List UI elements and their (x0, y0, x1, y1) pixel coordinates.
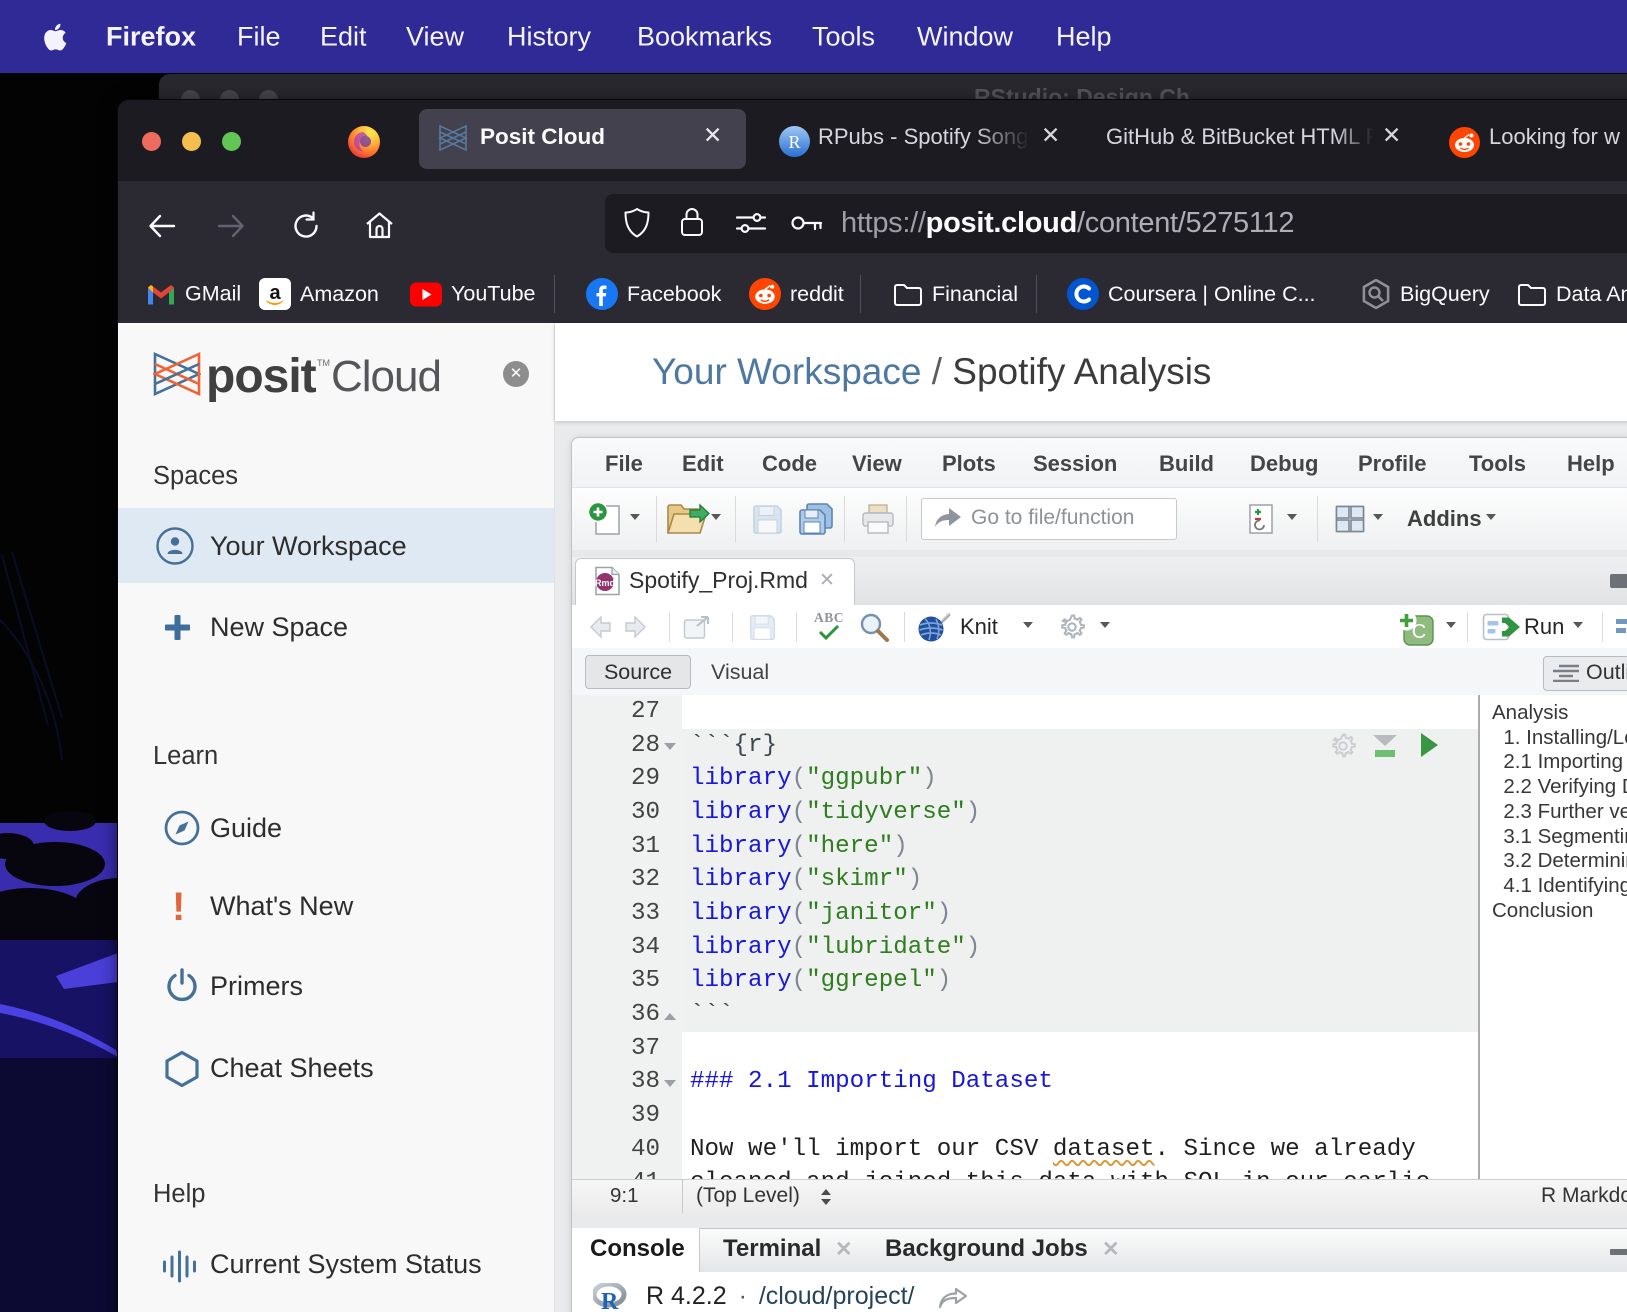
svg-text:Rmd: Rmd (595, 578, 615, 588)
svg-text:R: R (601, 1289, 619, 1311)
svg-text:R: R (788, 132, 800, 152)
svg-text:a: a (269, 282, 281, 304)
